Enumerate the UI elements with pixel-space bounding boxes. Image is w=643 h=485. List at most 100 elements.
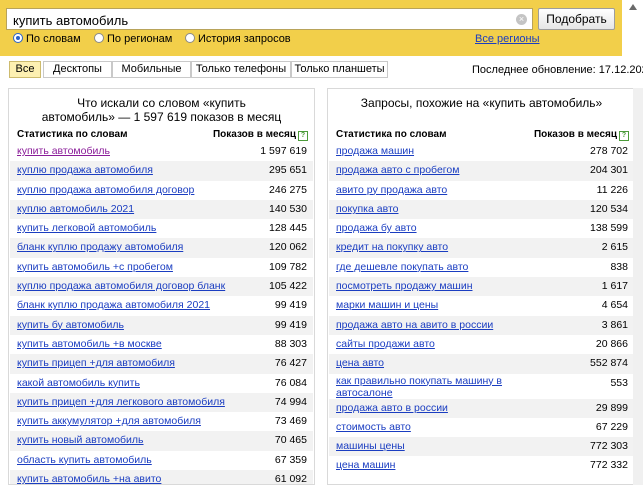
phrase-link[interactable]: цена авто xyxy=(336,357,384,369)
impressions-count: 4 654 xyxy=(601,299,628,312)
phrase-link[interactable]: кредит на покупку авто xyxy=(336,241,448,253)
phrase-link[interactable]: продажа бу авто xyxy=(336,222,417,234)
impressions-count: 109 782 xyxy=(269,260,307,273)
tab-mobile[interactable]: Мобильные xyxy=(112,61,191,78)
phrase-link[interactable]: где дешевле покупать авто xyxy=(336,261,468,273)
page-scrollbar[interactable] xyxy=(633,88,643,485)
impressions-count: 74 994 xyxy=(274,395,307,408)
tab-desktops[interactable]: Десктопы xyxy=(43,61,112,78)
words-panel: Что искали со словом «купить автомобиль»… xyxy=(8,88,315,485)
phrase-link[interactable]: купить легковой автомобиль xyxy=(17,222,156,234)
impressions-count: 3 861 xyxy=(601,318,628,331)
impressions-count: 11 226 xyxy=(596,183,628,196)
table-row: цена авто 552 874 xyxy=(329,354,634,374)
table-row: где дешевле покупать авто 838 xyxy=(329,258,634,277)
phrase-link[interactable]: продажа машин xyxy=(336,145,414,157)
phrase-link[interactable]: купить автомобиль +на авито xyxy=(17,473,161,484)
phrase-link[interactable]: купить автомобиль xyxy=(17,145,110,157)
table-row: область купить автомобиль 67 359 xyxy=(10,451,313,470)
phrase-link[interactable]: купить новый автомобиль xyxy=(17,434,144,446)
phrase-link[interactable]: продажа авто в россии xyxy=(336,402,448,414)
phrase-link[interactable]: какой автомобиль купить xyxy=(17,377,140,389)
phrase-link[interactable]: купить автомобиль +в москве xyxy=(17,338,162,350)
help-icon[interactable]: ? xyxy=(298,131,308,141)
impressions-count: 1 597 619 xyxy=(260,145,307,157)
help-icon[interactable]: ? xyxy=(619,131,629,141)
impressions-count: 278 702 xyxy=(590,145,628,157)
phrase-link[interactable]: покупка авто xyxy=(336,203,398,215)
radio-icon xyxy=(185,33,195,43)
phrase-link[interactable]: бланк куплю продажу автомобиля xyxy=(17,241,183,253)
mode-by-words[interactable]: По словам xyxy=(13,33,81,47)
phrase-link[interactable]: купить прицеп +для легкового автомобиля xyxy=(17,396,225,408)
table-row: купить автомобиль +на авито 61 092 xyxy=(10,470,313,484)
radio-icon xyxy=(94,33,104,43)
table-row: покупка авто 120 534 xyxy=(329,199,634,220)
tab-all[interactable]: Все xyxy=(9,61,41,78)
phrase-link[interactable]: авито ру продажа авто xyxy=(336,184,447,196)
impressions-count: 128 445 xyxy=(269,222,307,235)
phrase-link[interactable]: куплю продажа автомобиля xyxy=(17,164,153,176)
impressions-count: 2 615 xyxy=(601,241,628,254)
table-row: продажа бу авто 138 599 xyxy=(329,219,634,238)
table-row: сайты продажи авто 20 866 xyxy=(329,335,634,354)
mode-history[interactable]: История запросов xyxy=(185,33,291,47)
impressions-count: 70 465 xyxy=(274,434,307,447)
impressions-count: 120 534 xyxy=(590,202,628,215)
impressions-count: 138 599 xyxy=(590,222,628,235)
mode-label: История запросов xyxy=(198,33,291,45)
phrase-link[interactable]: бланк куплю продажа автомобиля 2021 xyxy=(17,299,210,311)
impressions-count: 88 303 xyxy=(274,337,307,350)
search-input[interactable] xyxy=(6,8,533,30)
phrase-link[interactable]: марки машин и цены xyxy=(336,299,438,311)
table-row: бланк куплю продажа автомобиля 2021 99 41… xyxy=(10,296,313,315)
phrase-link[interactable]: сайты продажи авто xyxy=(336,338,435,350)
window-scrollbar-top[interactable] xyxy=(622,0,643,56)
table-row: цена машин 772 332 xyxy=(329,456,634,475)
phrase-link[interactable]: продажа авто на авито в россии xyxy=(336,319,493,331)
clear-icon[interactable]: × xyxy=(516,14,527,25)
impressions-count: 99 419 xyxy=(274,318,307,331)
phrase-link[interactable]: купить аккумулятор +для автомобиля xyxy=(17,415,201,427)
mode-by-regions[interactable]: По регионам xyxy=(94,33,172,47)
tab-tablets-only[interactable]: Только планшеты xyxy=(291,61,388,78)
phrase-link[interactable]: куплю автомобиль 2021 xyxy=(17,203,134,215)
table-row: продажа авто с пробегом 204 301 xyxy=(329,161,634,181)
impressions-count: 838 xyxy=(610,260,628,273)
scroll-up-arrow-icon[interactable] xyxy=(629,4,637,10)
all-regions-link[interactable]: Все регионы xyxy=(475,33,540,45)
phrase-link[interactable]: стоимость авто xyxy=(336,421,411,433)
table-row: купить бу автомобиль 99 419 xyxy=(10,315,313,335)
table-row: купить автомобиль +в москве 88 303 xyxy=(10,335,313,354)
phrase-link[interactable]: посмотреть продажу машин xyxy=(336,280,473,292)
table-row: купить аккумулятор +для автомобиля 73 469 xyxy=(10,412,313,431)
last-update-text: Последнее обновление: 17.12.2021 xyxy=(472,64,643,76)
table-row: куплю автомобиль 2021 140 530 xyxy=(10,199,313,220)
search-button[interactable]: Подобрать xyxy=(538,8,615,30)
impressions-count: 99 419 xyxy=(274,299,307,312)
impressions-count: 772 303 xyxy=(590,440,628,453)
phrase-link[interactable]: как правильно покупать машину в автосало… xyxy=(336,375,506,399)
table-row: купить легковой автомобиль 128 445 xyxy=(10,219,313,238)
phrase-link[interactable]: машины цены xyxy=(336,440,405,452)
table-row: марки машин и цены 4 654 xyxy=(329,296,634,315)
phrase-link[interactable]: купить бу автомобиль xyxy=(17,319,124,331)
tab-phones-only[interactable]: Только телефоны xyxy=(191,61,291,78)
impressions-count: 295 651 xyxy=(269,164,307,177)
column-header-phrase: Статистика по словам xyxy=(336,129,447,140)
phrase-link[interactable]: купить автомобиль +с пробегом xyxy=(17,261,173,273)
phrase-link[interactable]: продажа авто с пробегом xyxy=(336,164,459,176)
table-row: купить новый автомобиль 70 465 xyxy=(10,431,313,451)
impressions-count: 553 xyxy=(610,376,628,389)
impressions-count: 120 062 xyxy=(269,241,307,254)
phrase-link[interactable]: куплю продажа автомобиля договор бланк xyxy=(17,280,225,292)
phrase-link[interactable]: куплю продажа автомобиля договор xyxy=(17,184,194,196)
phrase-link[interactable]: цена машин xyxy=(336,459,395,471)
table-row: продажа машин 278 702 xyxy=(329,142,634,161)
impressions-count: 1 617 xyxy=(601,280,628,293)
title-line: автомобиль» — 1 597 619 показов в месяц xyxy=(41,110,282,124)
words-panel-title: Что искали со словом «купить автомобиль»… xyxy=(9,96,314,124)
phrase-link[interactable]: область купить автомобиль xyxy=(17,454,152,466)
phrase-link[interactable]: купить прицеп +для автомобиля xyxy=(17,357,175,369)
table-row: купить автомобиль 1 597 619 xyxy=(10,142,313,161)
